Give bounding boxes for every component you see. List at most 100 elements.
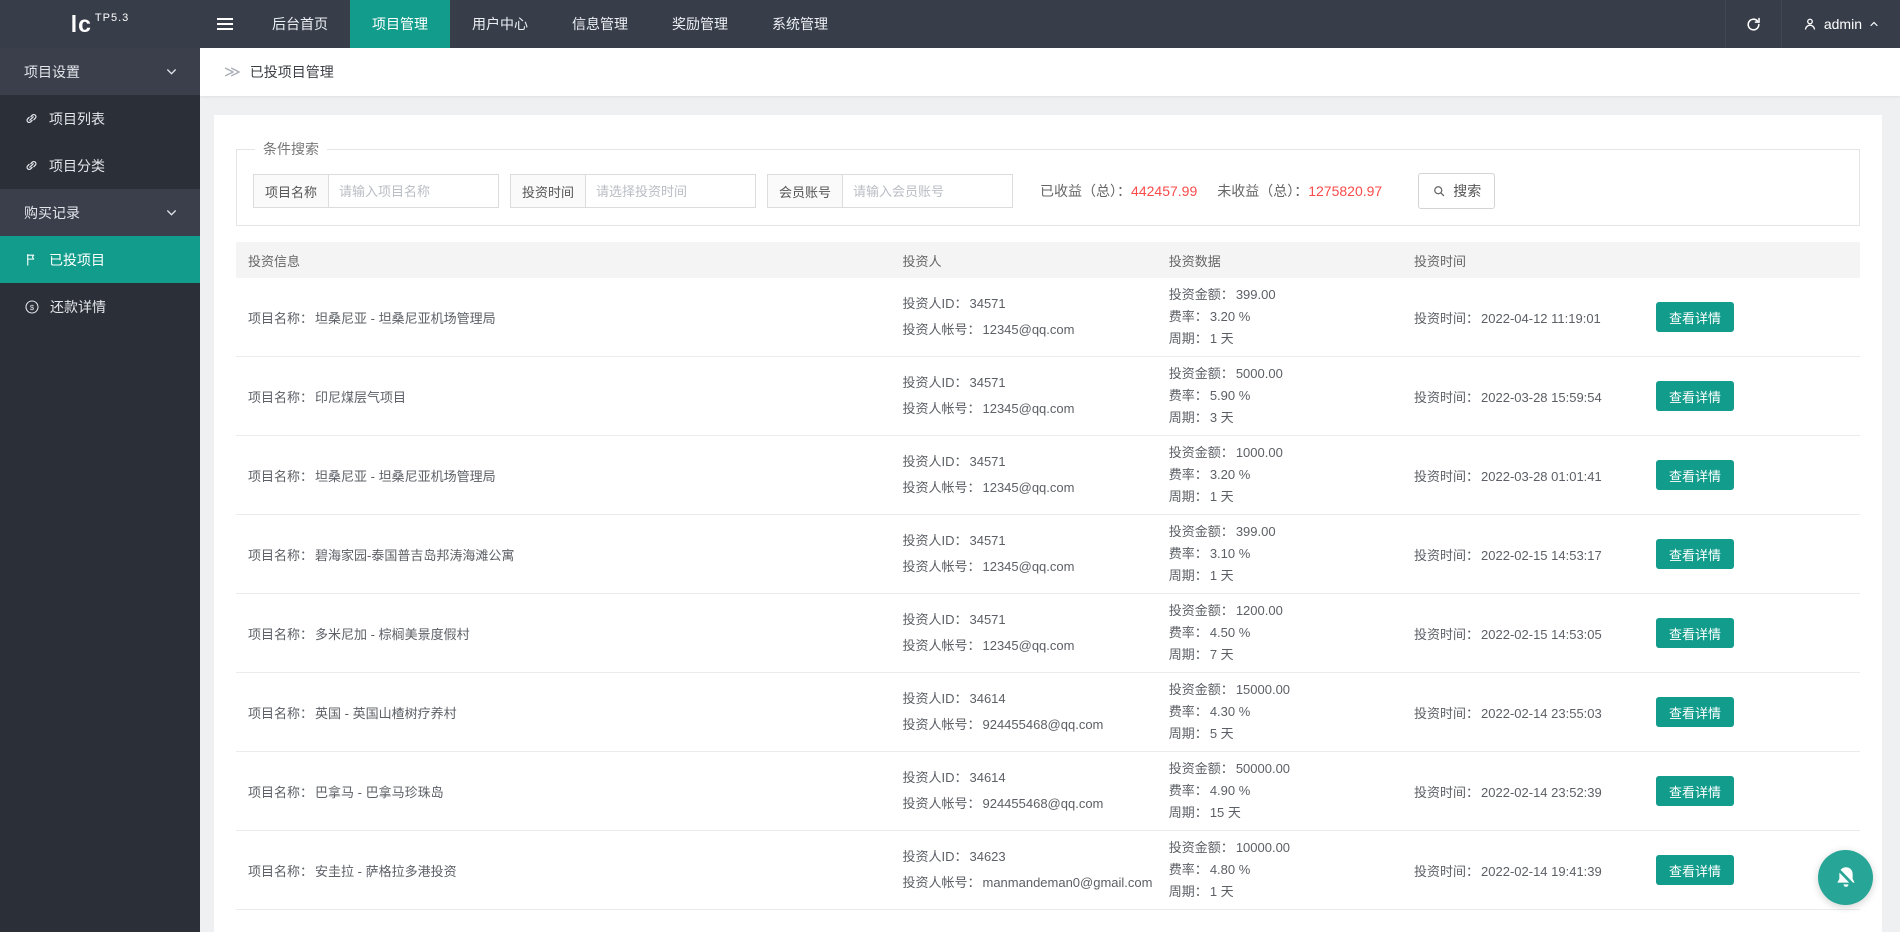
- invest-time-value: 2022-02-15 14:53:05: [1481, 627, 1602, 642]
- project-name-value: 巴拿马 - 巴拿马珍珠岛: [315, 785, 444, 800]
- cell-invest-data: 投资金额：15000.00费率：4.30 %周期：5 天: [1157, 679, 1402, 745]
- invest-cycle-label: 周期：: [1169, 726, 1208, 741]
- view-detail-button[interactable]: 查看详情: [1656, 539, 1734, 569]
- project-name-label: 项目名称：: [248, 785, 313, 800]
- invest-rate-value: 4.80 %: [1210, 862, 1250, 877]
- invest-amount-label: 投资金额：: [1169, 682, 1234, 697]
- invest-time-value: 2022-02-15 14:53:17: [1481, 548, 1602, 563]
- dollar-icon: $: [24, 299, 40, 315]
- invest-rate-label: 费率：: [1169, 625, 1208, 640]
- member-account-input[interactable]: [842, 174, 1013, 208]
- investor-account: 投资人帐号：12345@qq.com: [902, 554, 1156, 580]
- invest-time-label: 投资时间：: [1414, 311, 1479, 326]
- view-detail-button[interactable]: 查看详情: [1656, 855, 1734, 885]
- project-name-label: 项目名称：: [248, 627, 313, 642]
- investor-id: 投资人ID：34571: [902, 607, 1156, 633]
- view-detail-button[interactable]: 查看详情: [1656, 697, 1734, 727]
- invest-rate-label: 费率：: [1169, 862, 1208, 877]
- user-dropdown[interactable]: admin: [1781, 0, 1900, 48]
- sidebar-item-label: 已投项目: [49, 250, 105, 270]
- invest-amount-value: 399.00: [1236, 287, 1276, 302]
- invest-amount: 投资金额：5000.00: [1169, 363, 1402, 385]
- top-menu-item-2[interactable]: 项目管理: [350, 0, 450, 48]
- invest-cycle-label: 周期：: [1169, 884, 1208, 899]
- investor-id-value: 34571: [969, 296, 1005, 311]
- invest-amount-value: 5000.00: [1236, 366, 1283, 381]
- top-menu-item-3[interactable]: 用户中心: [450, 0, 550, 48]
- notifications-float-button[interactable]: [1818, 850, 1873, 905]
- investor-account-label: 投资人帐号：: [902, 717, 980, 732]
- invest-time-label: 投资时间：: [1414, 390, 1479, 405]
- top-menu: 后台首页项目管理用户中心信息管理奖励管理系统管理: [250, 0, 850, 48]
- invest-amount-label: 投资金额：: [1169, 761, 1234, 776]
- earned-total: 已收益（总）：442457.99: [1040, 181, 1197, 201]
- invest-cycle: 周期：3 天: [1169, 407, 1402, 429]
- invest-cycle-label: 周期：: [1169, 331, 1208, 346]
- cell-invest-time: 投资时间：2022-02-14 19:41:39: [1402, 861, 1644, 880]
- invest-rate: 费率：4.80 %: [1169, 859, 1402, 881]
- invest-cycle-label: 周期：: [1169, 805, 1208, 820]
- search-button[interactable]: 搜索: [1418, 173, 1495, 209]
- invest-cycle-value: 7 天: [1210, 647, 1234, 662]
- refresh-icon: [1745, 16, 1762, 33]
- invest-time-value: 2022-02-14 23:52:39: [1481, 785, 1602, 800]
- investor-account-label: 投资人帐号：: [902, 875, 980, 890]
- top-menu-item-1[interactable]: 后台首页: [250, 0, 350, 48]
- view-detail-button[interactable]: 查看详情: [1656, 618, 1734, 648]
- cell-investor: 投资人ID：34614投资人帐号：924455468@qq.com: [890, 686, 1156, 738]
- investor-id: 投资人ID：34614: [902, 686, 1156, 712]
- project-name-value: 安圭拉 - 萨格拉多港投资: [315, 864, 457, 879]
- sidebar-group-label: 项目设置: [24, 62, 80, 82]
- sidebar-item-invested-projects[interactable]: 已投项目: [0, 236, 200, 283]
- project-name-value: 多米尼加 - 棕榈美景度假村: [315, 627, 470, 642]
- view-detail-button[interactable]: 查看详情: [1656, 460, 1734, 490]
- view-detail-button[interactable]: 查看详情: [1656, 381, 1734, 411]
- invest-rate-label: 费率：: [1169, 783, 1208, 798]
- investor-id: 投资人ID：34571: [902, 449, 1156, 475]
- unearned-total-label: 未收益（总）：: [1217, 183, 1308, 199]
- view-detail-button[interactable]: 查看详情: [1656, 302, 1734, 332]
- investor-id-label: 投资人ID：: [902, 296, 967, 311]
- invest-amount-value: 1000.00: [1236, 445, 1283, 460]
- project-name-input[interactable]: [328, 174, 499, 208]
- cell-actions: 查看详情: [1644, 381, 1860, 411]
- top-menu-item-6[interactable]: 系统管理: [750, 0, 850, 48]
- cell-invest-data: 投资金额：10000.00费率：4.80 %周期：1 天: [1157, 837, 1402, 903]
- project-name-value: 坦桑尼亚 - 坦桑尼亚机场管理局: [315, 469, 496, 484]
- cell-investor: 投资人ID：34571投资人帐号：12345@qq.com: [890, 291, 1156, 343]
- sidebar-group-project-settings[interactable]: 项目设置: [0, 48, 200, 95]
- table-row: 项目名称：坦桑尼亚 - 坦桑尼亚机场管理局投资人ID：34571投资人帐号：12…: [236, 436, 1860, 515]
- user-icon: [1802, 16, 1818, 32]
- invest-time-input[interactable]: [585, 174, 756, 208]
- invest-amount: 投资金额：399.00: [1169, 284, 1402, 306]
- top-menu-item-5[interactable]: 奖励管理: [650, 0, 750, 48]
- sidebar-item-project-category[interactable]: 项目分类: [0, 142, 200, 189]
- member-account-label: 会员账号: [767, 174, 842, 208]
- investor-id-label: 投资人ID：: [902, 691, 967, 706]
- invest-rate-value: 5.90 %: [1210, 388, 1250, 403]
- investor-id: 投资人ID：34614: [902, 765, 1156, 791]
- table-header: 投资信息 投资人 投资数据 投资时间: [236, 242, 1860, 278]
- invest-rate: 费率：4.50 %: [1169, 622, 1402, 644]
- view-detail-button[interactable]: 查看详情: [1656, 776, 1734, 806]
- chevron-down-icon: [165, 65, 178, 78]
- sidebar-group-purchase-records[interactable]: 购买记录: [0, 189, 200, 236]
- invest-time-label: 投资时间：: [1414, 706, 1479, 721]
- top-menu-item-4[interactable]: 信息管理: [550, 0, 650, 48]
- investor-account-value: 924455468@qq.com: [982, 796, 1103, 811]
- sidebar-item-repayment-details[interactable]: $ 还款详情: [0, 283, 200, 330]
- cell-project-name: 项目名称：印尼煤层气项目: [236, 387, 890, 406]
- investor-id-value: 34614: [969, 691, 1005, 706]
- investor-account: 投资人帐号：12345@qq.com: [902, 396, 1156, 422]
- caret-up-icon: [1868, 18, 1880, 30]
- header-investor: 投资人: [890, 251, 1156, 270]
- sidebar-item-project-list[interactable]: 项目列表: [0, 95, 200, 142]
- invest-amount-value: 15000.00: [1236, 682, 1290, 697]
- investor-account: 投资人帐号：924455468@qq.com: [902, 712, 1156, 738]
- refresh-button[interactable]: [1725, 0, 1781, 48]
- investor-account: 投资人帐号：12345@qq.com: [902, 633, 1156, 659]
- sidebar-toggle-hamburger-icon[interactable]: [200, 0, 250, 48]
- sidebar-item-label: 还款详情: [50, 297, 106, 317]
- invest-cycle-label: 周期：: [1169, 410, 1208, 425]
- investor-id-value: 34571: [969, 612, 1005, 627]
